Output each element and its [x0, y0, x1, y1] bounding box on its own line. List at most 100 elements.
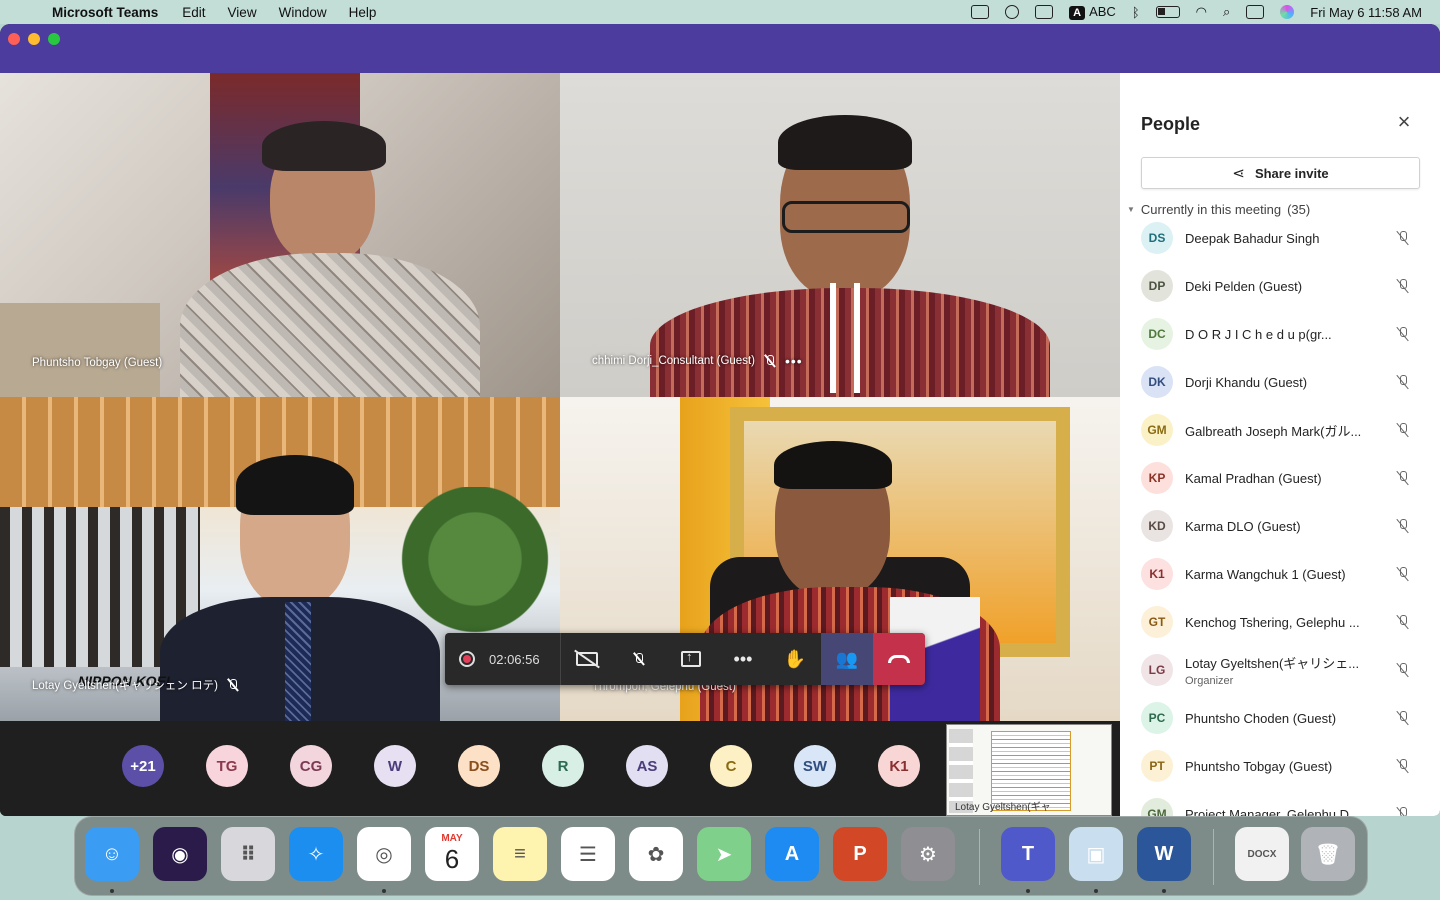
share-content-button[interactable] [665, 633, 717, 685]
more-options-icon[interactable]: ••• [785, 353, 803, 369]
mic-toggle-button[interactable] [613, 633, 665, 685]
participant-row[interactable]: DK Dorji Khandu (Guest) [1141, 358, 1431, 406]
shared-content-thumbnail[interactable]: Lotay Gyeltshen(ギャ [946, 724, 1112, 816]
participant-row[interactable]: DP Deki Pelden (Guest) [1141, 262, 1431, 310]
show-participants-button[interactable]: 👥 [821, 633, 873, 685]
participant-row[interactable]: GM Galbreath Joseph Mark(ガル... [1141, 406, 1431, 454]
video-name-tag: Lotay Gyeltshen(ギャリシェン ロテ) [32, 677, 240, 693]
share-invite-button[interactable]: ⋖ Share invite [1141, 157, 1420, 189]
menu-help[interactable]: Help [349, 5, 377, 20]
strip-avatar[interactable]: CG [290, 745, 332, 787]
participant-row[interactable]: DC D O R J I C h e d u p(gr... [1141, 310, 1431, 358]
camera-toggle-button[interactable] [561, 633, 613, 685]
zoom-window-button[interactable] [48, 33, 60, 45]
participant-row[interactable]: KD Karma DLO (Guest) [1141, 502, 1431, 550]
mic-off-icon [1395, 422, 1411, 438]
participant-name: Karma Wangchuk 1 (Guest) [1185, 566, 1346, 582]
mic-off-icon [1395, 518, 1411, 534]
trash-icon[interactable]: 🗑 [1301, 827, 1355, 881]
leave-call-button[interactable] [873, 633, 925, 685]
system-preferences-icon[interactable]: ⚙ [901, 827, 955, 881]
recording-icon [459, 651, 475, 667]
participant-row[interactable]: GM Project Manager, Gelephu D... [1141, 790, 1431, 816]
mic-off-icon [763, 354, 777, 368]
menu-edit[interactable]: Edit [182, 5, 205, 20]
close-panel-button[interactable]: × [1395, 111, 1413, 133]
bluetooth-icon[interactable]: ᛒ [1132, 5, 1140, 20]
strip-avatar[interactable]: K1 [878, 745, 920, 787]
participant-row[interactable]: KP Kamal Pradhan (Guest) [1141, 454, 1431, 502]
more-actions-button[interactable]: ••• [717, 633, 769, 685]
chrome-icon[interactable]: ◎ [357, 827, 411, 881]
mic-off-icon [226, 678, 240, 692]
video-tile-2[interactable]: chhimi Dorji_Consultant (Guest) ••• [560, 73, 1120, 397]
strip-avatar[interactable]: TG [206, 745, 248, 787]
mic-off-icon [1395, 758, 1411, 774]
strip-avatar[interactable]: DS [458, 745, 500, 787]
status-helper-icon[interactable] [1005, 5, 1020, 19]
participant-row[interactable]: DS Deepak Bahadur Singh [1141, 214, 1431, 262]
launchpad-icon[interactable]: ⠿ [221, 827, 275, 881]
participant-name: Deepak Bahadur Singh [1185, 230, 1320, 246]
strip-avatar[interactable]: C [710, 745, 752, 787]
mic-off-icon [1395, 326, 1411, 342]
participant-row[interactable]: PT Phuntsho Tobgay (Guest) [1141, 742, 1431, 790]
status-app-icon[interactable] [971, 5, 990, 19]
video-tile-1[interactable]: Phuntsho Tobgay (Guest) [0, 73, 560, 397]
more-icon: ••• [733, 648, 753, 669]
powerpoint-icon[interactable]: P [833, 827, 887, 881]
avatar: PC [1141, 702, 1173, 734]
calendar-month: MAY [441, 833, 463, 844]
avatar: DK [1141, 366, 1173, 398]
participant-row[interactable]: LG Lotay Gyeltshen(ギャリシェ... Organizer [1141, 646, 1431, 694]
strip-avatar[interactable]: +21 [122, 745, 164, 787]
clock[interactable]: Fri May 6 11:58 AM [1310, 5, 1422, 20]
teams-icon[interactable]: T [1001, 827, 1055, 881]
safari-icon[interactable]: ✧ [289, 827, 343, 881]
participant-name: Deki Pelden (Guest) [1185, 278, 1303, 294]
dock-glyph: 6 [444, 844, 460, 874]
hang-up-icon [888, 655, 910, 663]
dock-glyph: T [1021, 842, 1035, 865]
notes-icon[interactable]: ≡ [493, 827, 547, 881]
strip-avatar[interactable]: SW [794, 745, 836, 787]
reminders-icon[interactable]: ☰ [561, 827, 615, 881]
siri-menu-icon[interactable] [1280, 5, 1295, 19]
control-center-icon[interactable] [1246, 5, 1265, 19]
menu-view[interactable]: View [228, 5, 257, 20]
close-window-button[interactable] [8, 33, 20, 45]
finder-icon[interactable]: ☺ [85, 827, 139, 881]
word-icon[interactable]: W [1137, 827, 1191, 881]
avatar: DP [1141, 270, 1173, 302]
wifi-icon[interactable]: ◠ [1196, 4, 1207, 20]
raise-hand-button[interactable]: ✋ [769, 633, 821, 685]
calendar-icon[interactable]: MAY 6 [425, 827, 479, 881]
mic-off-icon [1395, 566, 1411, 582]
strip-avatar[interactable]: R [542, 745, 584, 787]
participant-name: chhimi Dorji_Consultant (Guest) [592, 355, 755, 367]
spotlight-search-icon[interactable]: ⌕ [1223, 4, 1230, 20]
minimize-window-button[interactable] [28, 33, 40, 45]
app-store-icon[interactable]: A [765, 827, 819, 881]
person-hair [774, 441, 892, 489]
participant-role: Organizer [1185, 675, 1234, 687]
strip-avatar[interactable]: AS [626, 745, 668, 787]
dock-separator [979, 829, 980, 885]
preview-icon[interactable]: ▣ [1069, 827, 1123, 881]
participant-row[interactable]: GT Kenchog Tshering, Gelephu ... [1141, 598, 1431, 646]
menu-window[interactable]: Window [279, 5, 327, 20]
participant-name: Kamal Pradhan (Guest) [1185, 470, 1322, 486]
participant-row[interactable]: PC Phuntsho Choden (Guest) [1141, 694, 1431, 742]
battery-icon[interactable] [1155, 6, 1180, 18]
input-source[interactable]: A ABC [1069, 4, 1116, 20]
participant-name: Phuntsho Tobgay (Guest) [1185, 758, 1333, 774]
participant-row[interactable]: K1 Karma Wangchuk 1 (Guest) [1141, 550, 1431, 598]
status-display-icon[interactable] [1035, 5, 1054, 19]
docx-file-icon[interactable]: DOCX [1235, 827, 1289, 881]
menu-app-name[interactable]: Microsoft Teams [52, 5, 158, 20]
photos-icon[interactable]: ✿ [629, 827, 683, 881]
close-icon: × [1397, 109, 1411, 134]
maps-icon[interactable]: ➤ [697, 827, 751, 881]
strip-avatar[interactable]: W [374, 745, 416, 787]
siri-icon[interactable]: ◉ [153, 827, 207, 881]
